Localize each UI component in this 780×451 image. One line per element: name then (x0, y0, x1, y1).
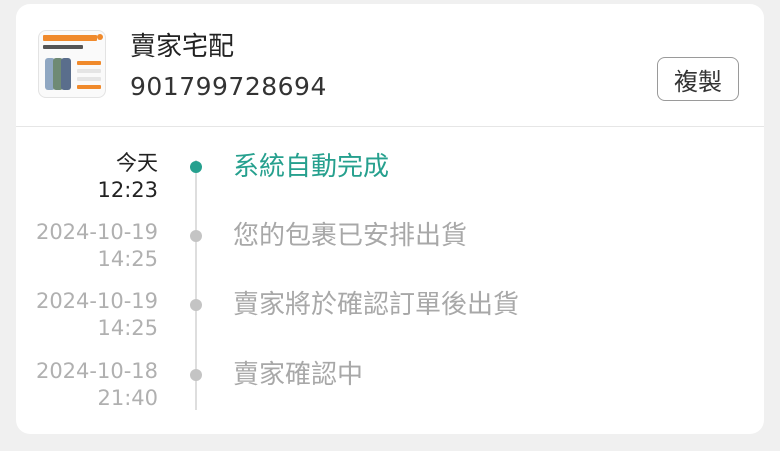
event-description: 賣家將於確認訂單後出貨 (233, 290, 520, 320)
carrier-name: 賣家宅配 (130, 32, 235, 62)
brand-icon (97, 34, 103, 40)
thumbnail-spec-line (77, 77, 101, 81)
thumbnail-product-title (43, 45, 83, 49)
copy-button[interactable]: 複製 (657, 57, 739, 101)
event-timestamp: 2024-10-19 14:25 (36, 219, 158, 273)
timeline-dot (190, 299, 202, 311)
event-date: 2024-10-18 (35, 359, 158, 383)
event-date: 2024-10-19 (35, 220, 158, 244)
timeline-event: 2024-10-19 14:25 您的包裹已安排出貨 (16, 219, 764, 289)
event-description: 系統自動完成 (233, 152, 390, 182)
tracking-number: 901799728694 (130, 72, 327, 101)
tablet-image-icon (61, 58, 71, 90)
event-timestamp: 2024-10-19 14:25 (36, 288, 158, 342)
thumbnail-spec-line (77, 85, 101, 89)
event-date: 今天 (116, 151, 158, 175)
event-time: 14:25 (97, 316, 158, 340)
thumbnail-banner (43, 35, 97, 41)
event-time: 14:25 (97, 247, 158, 271)
event-time: 12:23 (97, 178, 158, 202)
event-description: 您的包裹已安排出貨 (233, 221, 468, 251)
shipment-card: 賣家宅配 901799728694 複製 今天 12:23 系統自動完成 202… (16, 4, 764, 434)
product-thumbnail[interactable] (38, 30, 106, 98)
event-time: 21:40 (97, 386, 158, 410)
event-description: 賣家確認中 (233, 360, 364, 390)
timeline-dot (190, 230, 202, 242)
thumbnail-spec-line (77, 69, 101, 73)
event-date: 2024-10-19 (35, 289, 158, 313)
thumbnail-spec-line (77, 61, 101, 65)
timeline-dot-active (190, 161, 202, 173)
timeline-event: 2024-10-19 14:25 賣家將於確認訂單後出貨 (16, 288, 764, 358)
timeline-dot (190, 369, 202, 381)
event-timestamp: 今天 12:23 (97, 150, 158, 204)
shipment-header: 賣家宅配 901799728694 複製 (16, 4, 764, 127)
event-timestamp: 2024-10-18 21:40 (36, 358, 158, 412)
timeline-event: 2024-10-18 21:40 賣家確認中 (16, 358, 764, 428)
timeline-event: 今天 12:23 系統自動完成 (16, 150, 764, 220)
